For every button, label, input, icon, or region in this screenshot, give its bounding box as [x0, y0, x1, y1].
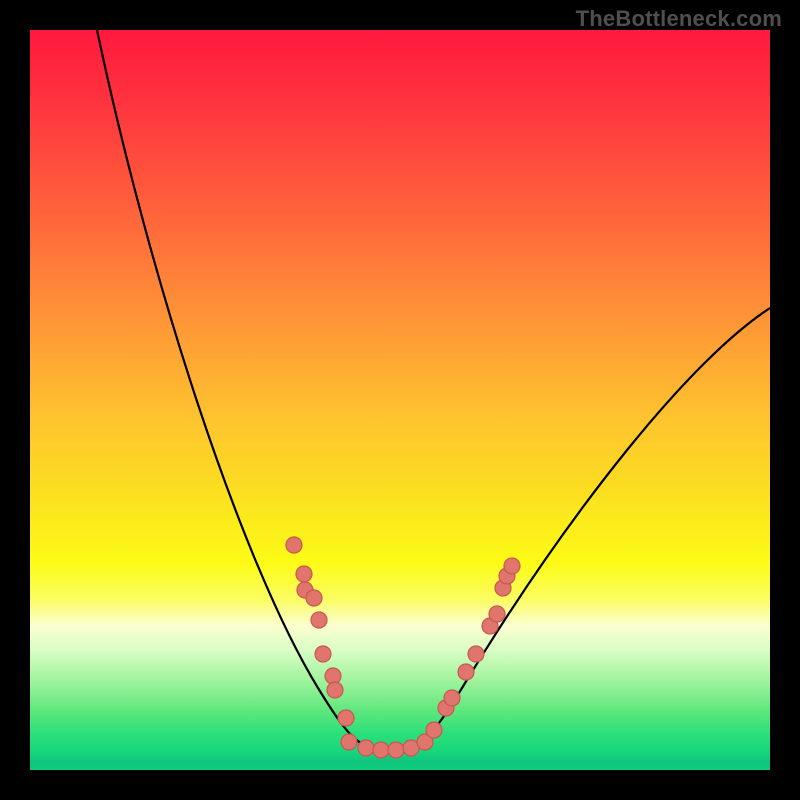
watermark-text: TheBottleneck.com [576, 6, 782, 32]
data-marker [489, 606, 505, 622]
data-marker [444, 690, 460, 706]
data-marker [311, 612, 327, 628]
data-marker [458, 664, 474, 680]
data-marker [338, 710, 354, 726]
data-marker [504, 558, 520, 574]
data-marker [306, 590, 322, 606]
data-marker [325, 668, 341, 684]
data-marker [315, 646, 331, 662]
data-marker [373, 742, 389, 758]
data-marker [341, 734, 357, 750]
curve-svg [30, 30, 770, 770]
data-marker [296, 566, 312, 582]
data-marker [327, 682, 343, 698]
plot-area [30, 30, 770, 770]
data-marker [358, 740, 374, 756]
chart-frame: TheBottleneck.com [0, 0, 800, 800]
data-marker [468, 646, 484, 662]
data-marker [286, 537, 302, 553]
data-marker [388, 742, 404, 758]
data-marker [426, 722, 442, 738]
bottleneck-curve [97, 30, 770, 750]
marker-group [286, 537, 520, 758]
